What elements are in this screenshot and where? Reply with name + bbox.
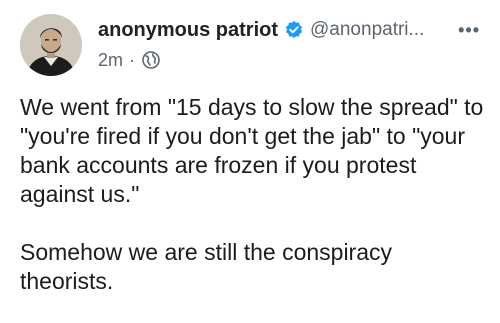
post-paragraph: We went from "15 days to slow the spread…	[20, 94, 484, 207]
post-timestamp[interactable]: 2m	[98, 50, 123, 71]
post-paragraph: Somehow we are still the conspiracy theo…	[20, 239, 392, 294]
globe-icon	[141, 50, 161, 70]
verified-badge-icon	[284, 20, 304, 40]
more-options-icon[interactable]: •••	[458, 20, 480, 41]
social-post: anonymous patriot @anonpatri... ••• 2m ·…	[0, 0, 500, 323]
author-handle[interactable]: @anonpatri...	[310, 19, 424, 41]
portrait-image	[20, 14, 82, 76]
post-header: anonymous patriot @anonpatri... ••• 2m ·	[98, 16, 480, 72]
post-body: We went from "15 days to slow the spread…	[20, 93, 490, 296]
meta-separator: ·	[129, 49, 136, 70]
author-display-name[interactable]: anonymous patriot	[98, 19, 278, 42]
avatar[interactable]	[20, 14, 82, 76]
post-meta: 2m ·	[98, 48, 480, 72]
author-row: anonymous patriot @anonpatri...	[98, 16, 480, 44]
